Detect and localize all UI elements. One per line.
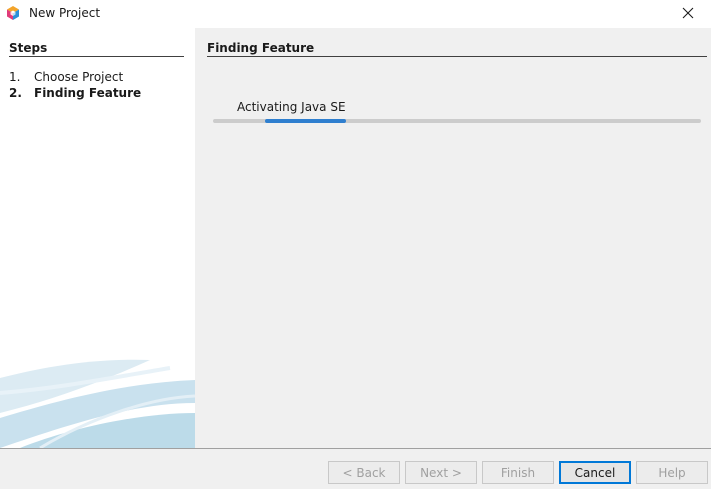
steps-heading: Steps <box>9 41 184 57</box>
step-label: Choose Project <box>34 70 124 84</box>
step-choose-project: 1. Choose Project <box>9 69 141 85</box>
step-finding-feature: 2. Finding Feature <box>9 85 141 101</box>
wizard-swoosh-graphic <box>0 359 195 448</box>
close-button[interactable] <box>665 0 711 28</box>
step-number: 1. <box>9 70 21 84</box>
window-title: New Project <box>29 6 101 20</box>
steps-list: 1. Choose Project 2. Finding Feature <box>9 69 141 101</box>
content-heading: Finding Feature <box>207 41 707 57</box>
footer-separator <box>0 448 711 449</box>
help-button[interactable]: Help <box>636 461 708 484</box>
progress-bar <box>213 119 701 123</box>
step-label: Finding Feature <box>34 86 142 100</box>
cancel-button[interactable]: Cancel <box>559 461 631 484</box>
back-button[interactable]: < Back <box>328 461 400 484</box>
next-button[interactable]: Next > <box>405 461 477 484</box>
finish-button[interactable]: Finish <box>482 461 554 484</box>
step-number: 2. <box>9 86 22 100</box>
close-icon <box>682 7 694 22</box>
new-project-dialog: New Project Steps 1. Choose Project 2. Fin… <box>0 0 711 489</box>
steps-panel: Steps 1. Choose Project 2. Finding Feature <box>0 28 195 448</box>
netbeans-cube-icon <box>5 5 21 21</box>
progress-bar-indicator <box>265 119 346 123</box>
title-bar: New Project <box>0 0 711 28</box>
progress-label: Activating Java SE <box>237 100 346 114</box>
